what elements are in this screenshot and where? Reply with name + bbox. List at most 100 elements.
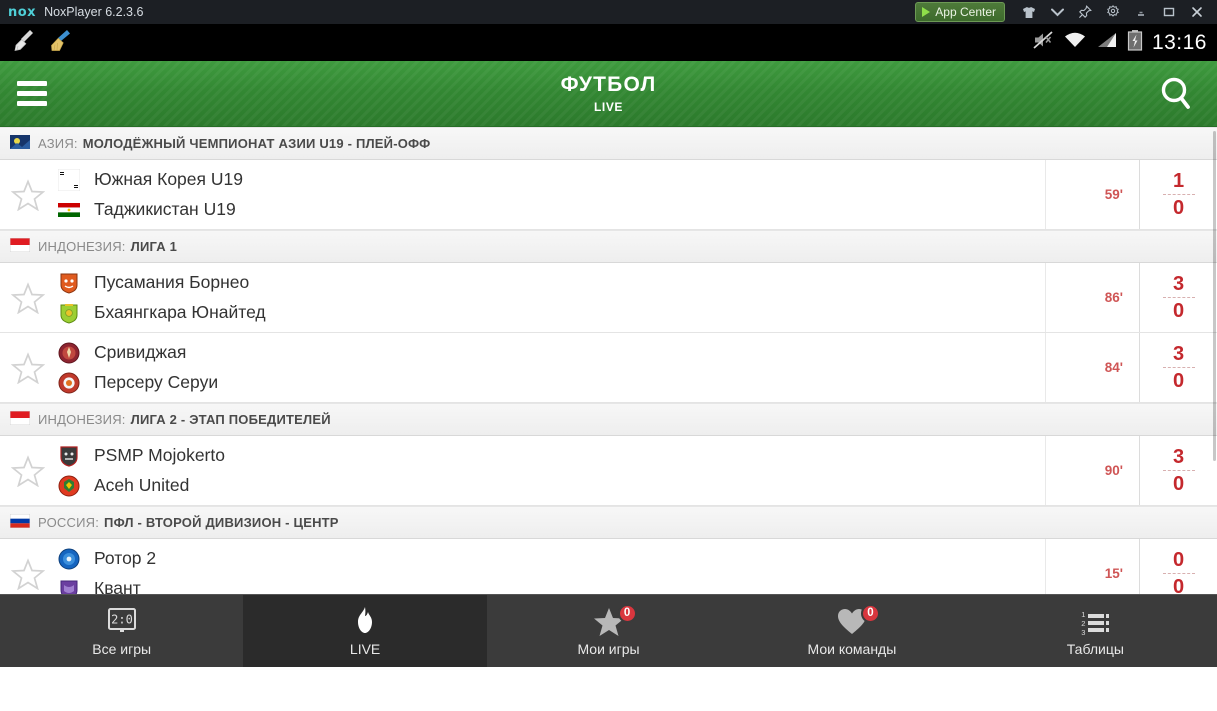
match-minute-cell: 86' [1045, 263, 1139, 332]
hamburger-icon[interactable] [0, 81, 64, 106]
broom-blue-icon[interactable] [48, 27, 74, 58]
match-teams: PSMP Mojokerto Aceh United [56, 436, 1045, 505]
favorite-star-icon[interactable] [0, 160, 56, 229]
tajikistan-flag-icon [57, 199, 81, 221]
score-separator [1162, 297, 1195, 298]
broom-grey-icon[interactable] [12, 27, 38, 58]
indonesia-flag-icon [9, 237, 31, 255]
match-minute-cell: 84' [1045, 333, 1139, 402]
match-row[interactable]: Южная Корея U19 Таджикистан U19 59' 1 0 [0, 160, 1217, 230]
heart-icon: 0 [836, 603, 880, 636]
match-row[interactable]: Ротор 2 Квант 15' 0 0 [0, 539, 1217, 594]
match-row[interactable]: Сривиджая Персеру Серуи 84' 3 0 [0, 333, 1217, 403]
minimize-icon[interactable] [1127, 0, 1155, 24]
league-header[interactable]: АЗИЯ: МОЛОДЁЖНЫЙ ЧЕМПИОНАТ АЗИИ U19 - ПЛ… [0, 127, 1217, 160]
kvant-crest-icon [58, 578, 80, 594]
home-score: 3 [1172, 273, 1185, 295]
russia-flag-icon [9, 513, 31, 531]
home-team: PSMP Mojokerto [58, 444, 1045, 468]
rotor-2-crest-icon [58, 548, 80, 570]
search-icon[interactable] [1153, 71, 1199, 117]
signal-icon [1096, 30, 1118, 55]
away-team: Персеру Серуи [58, 371, 1045, 395]
away-team-name: Персеру Серуи [94, 372, 219, 392]
match-minute-cell: 15' [1045, 539, 1139, 594]
league-name: ПФЛ - ВТОРОЙ ДИВИЗИОН - ЦЕНТР [104, 515, 339, 530]
match-minute-cell: 59' [1045, 160, 1139, 229]
match-list[interactable]: АЗИЯ: МОЛОДЁЖНЫЙ ЧЕМПИОНАТ АЗИИ U19 - ПЛ… [0, 127, 1217, 594]
home-score: 0 [1172, 549, 1185, 571]
league-country: ИНДОНЕЗИЯ: [38, 412, 126, 427]
favorite-star-icon[interactable] [0, 436, 56, 505]
home-team-name: Южная Корея U19 [94, 169, 243, 189]
match-minute: 90' [1104, 463, 1123, 478]
score-separator [1162, 367, 1195, 368]
nav-item-live[interactable]: LIVE [243, 595, 487, 667]
match-minute-cell: 90' [1045, 436, 1139, 505]
match-minute: 84' [1104, 360, 1123, 375]
league-header[interactable]: ИНДОНЕЗИЯ: ЛИГА 1 [0, 230, 1217, 263]
away-team: Таджикистан U19 [57, 198, 1045, 222]
match-teams: Ротор 2 Квант [56, 539, 1045, 594]
away-team-name: Aceh United [94, 475, 190, 495]
nav-label: LIVE [349, 640, 381, 657]
nav-item-tables[interactable]: 123 Таблицы [974, 595, 1217, 667]
svg-text:2:0: 2:0 [111, 612, 133, 626]
league-header[interactable]: ИНДОНЕЗИЯ: ЛИГА 2 - ЭТАП ПОБЕДИТЕЛЕЙ [0, 403, 1217, 436]
favorite-star-icon[interactable] [0, 263, 56, 332]
away-score: 0 [1172, 473, 1185, 495]
away-team: Бхаянгкара Юнайтед [58, 301, 1045, 325]
match-minute: 59' [1104, 187, 1123, 202]
nav-label: Мои игры [577, 640, 640, 657]
close-icon[interactable] [1183, 0, 1211, 24]
match-minute: 15' [1104, 566, 1123, 581]
chevron-down-icon[interactable] [1043, 0, 1071, 24]
nav-label: Таблицы [1066, 640, 1124, 657]
gear-icon[interactable] [1099, 0, 1127, 24]
app-center-button[interactable]: App Center [915, 2, 1005, 22]
away-score: 0 [1172, 576, 1185, 594]
android-status-bar: 13:16 [0, 24, 1217, 61]
nav-item-my-teams[interactable]: 0 Мои команды [730, 595, 973, 667]
home-score: 3 [1172, 446, 1185, 468]
shirt-icon[interactable] [1015, 0, 1043, 24]
status-left-icons [12, 27, 74, 58]
league-country: ИНДОНЕЗИЯ: [38, 239, 126, 254]
nav-item-all-games[interactable]: 2:0 Все игры [0, 595, 243, 667]
match-row[interactable]: PSMP Mojokerto Aceh United 90' 3 0 [0, 436, 1217, 506]
away-team: Aceh United [58, 474, 1045, 498]
sriwijaya-crest-icon [58, 342, 80, 364]
page-title: ФУТБОЛ [560, 73, 657, 96]
home-score: 1 [1172, 170, 1185, 192]
league-header[interactable]: РОССИЯ: ПФЛ - ВТОРОЙ ДИВИЗИОН - ЦЕНТР [0, 506, 1217, 539]
match-score: 0 0 [1139, 539, 1217, 594]
match-row[interactable]: Пусамания Борнео Бхаянгкара Юнайтед 86' … [0, 263, 1217, 333]
away-team-name: Таджикистан U19 [94, 199, 236, 219]
match-teams: Южная Корея U19 Таджикистан U19 [56, 160, 1045, 229]
home-team-name: Ротор 2 [94, 548, 157, 568]
home-team: Пусамания Борнео [58, 271, 1045, 295]
maximize-icon[interactable] [1155, 0, 1183, 24]
match-score: 3 0 [1139, 263, 1217, 332]
bottom-navigation: 2:0 Все игры LIVE 0 Мои игры 0 Мои коман… [0, 594, 1217, 667]
away-score: 0 [1172, 197, 1185, 219]
list-scrollbar[interactable] [1212, 127, 1217, 594]
wifi-icon [1063, 30, 1087, 55]
pin-icon[interactable] [1071, 0, 1099, 24]
status-right-icons: 13:16 [1032, 29, 1207, 56]
nav-item-my-games[interactable]: 0 Мои игры [487, 595, 730, 667]
match-minute: 86' [1104, 290, 1123, 305]
league-name: ЛИГА 2 - ЭТАП ПОБЕДИТЕЛЕЙ [130, 412, 331, 427]
league-name: ЛИГА 1 [130, 239, 178, 254]
scrollbar-thumb[interactable] [1213, 131, 1216, 461]
favorite-star-icon[interactable] [0, 333, 56, 402]
badge-count: 0 [860, 603, 880, 623]
away-team: Квант [58, 577, 1045, 594]
table-rows-bars [1088, 614, 1110, 632]
favorite-star-icon[interactable] [0, 539, 56, 594]
pusamania-borneo-crest-icon [58, 272, 80, 294]
indonesia-flag-icon [9, 410, 31, 428]
home-team: Сривиджая [58, 341, 1045, 365]
battery-charging-icon [1127, 29, 1143, 56]
home-score: 3 [1172, 343, 1185, 365]
